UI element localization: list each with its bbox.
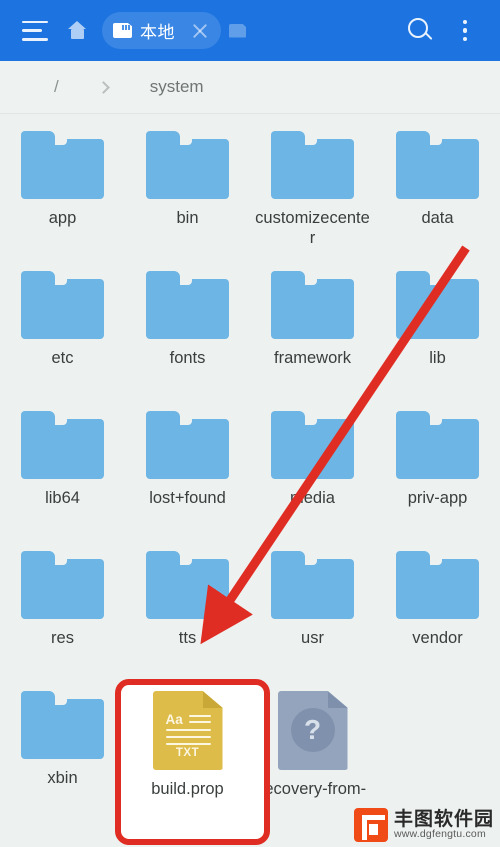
sd-card-icon bbox=[113, 23, 132, 38]
folder-item[interactable]: lib bbox=[375, 254, 500, 394]
sd-card-icon-secondary[interactable] bbox=[229, 23, 246, 38]
item-label: usr bbox=[301, 629, 324, 647]
folder-icon bbox=[21, 131, 104, 199]
folder-icon bbox=[21, 551, 104, 619]
file-item-highlighted[interactable]: Aa TXT build.prop bbox=[125, 674, 250, 814]
folder-icon bbox=[271, 271, 354, 339]
item-label: bin bbox=[176, 209, 199, 227]
folder-item[interactable]: framework bbox=[250, 254, 375, 394]
folder-icon bbox=[271, 551, 354, 619]
folder-icon bbox=[21, 691, 104, 759]
folder-icon bbox=[21, 411, 104, 479]
hamburger-menu-icon bbox=[22, 20, 48, 41]
item-label: tts bbox=[178, 629, 197, 647]
item-label: app bbox=[48, 209, 77, 227]
item-label: media bbox=[290, 489, 335, 507]
item-label: xbin bbox=[47, 769, 78, 787]
folder-icon bbox=[146, 551, 229, 619]
folder-item[interactable]: app bbox=[0, 114, 125, 254]
item-label: recovery-from- bbox=[258, 780, 367, 798]
item-label: res bbox=[51, 629, 74, 647]
folder-item[interactable]: tts bbox=[125, 534, 250, 674]
hamburger-menu-button[interactable] bbox=[14, 10, 56, 52]
home-icon bbox=[68, 21, 87, 40]
item-label: build.prop bbox=[151, 780, 224, 798]
search-icon bbox=[408, 17, 434, 44]
watermark-text: 丰图软件园 www.dgfengtu.com bbox=[393, 808, 494, 841]
folder-item[interactable]: lost+found bbox=[125, 394, 250, 534]
unknown-file-icon: ? bbox=[277, 691, 348, 770]
breadcrumb-current[interactable]: system bbox=[144, 77, 210, 97]
folder-icon bbox=[146, 271, 229, 339]
folder-icon bbox=[21, 271, 104, 339]
folder-item[interactable]: bin bbox=[125, 114, 250, 254]
watermark-url: www.dgfengtu.com bbox=[393, 828, 486, 841]
folder-item[interactable]: lib64 bbox=[0, 394, 125, 534]
overflow-menu-button[interactable] bbox=[444, 10, 486, 52]
search-button[interactable] bbox=[400, 10, 442, 52]
app-bar-right-group bbox=[400, 10, 486, 52]
app-bar-left-group: 本地 bbox=[14, 10, 400, 52]
folder-icon bbox=[396, 271, 479, 339]
folder-icon bbox=[271, 131, 354, 199]
home-button[interactable] bbox=[56, 10, 98, 52]
folder-item[interactable]: xbin bbox=[0, 674, 125, 814]
more-vertical-icon bbox=[454, 18, 476, 44]
chevron-right-icon bbox=[96, 80, 110, 94]
item-label: lib bbox=[429, 349, 446, 367]
folder-item[interactable]: media bbox=[250, 394, 375, 534]
folder-icon bbox=[396, 411, 479, 479]
folder-icon bbox=[396, 551, 479, 619]
close-icon[interactable] bbox=[185, 16, 215, 46]
item-label: lost+found bbox=[149, 489, 226, 507]
file-manager-screen: 本地 / system app bin customizecenter data etc… bbox=[0, 0, 500, 847]
folder-icon bbox=[146, 131, 229, 199]
folder-item[interactable]: customizecenter bbox=[250, 114, 375, 254]
app-bar: 本地 bbox=[0, 0, 500, 61]
tab-local[interactable]: 本地 bbox=[102, 12, 221, 49]
item-label: priv-app bbox=[407, 489, 468, 507]
item-label: etc bbox=[51, 349, 74, 367]
folder-item[interactable]: usr bbox=[250, 534, 375, 674]
folder-item[interactable]: etc bbox=[0, 254, 125, 394]
item-label: framework bbox=[273, 349, 351, 367]
folder-icon bbox=[271, 411, 354, 479]
folder-icon bbox=[396, 131, 479, 199]
folder-item[interactable]: fonts bbox=[125, 254, 250, 394]
breadcrumb-root[interactable]: / bbox=[48, 77, 65, 97]
tab-local-label: 本地 bbox=[140, 23, 175, 42]
watermark-logo-icon bbox=[353, 808, 388, 842]
folder-item[interactable]: res bbox=[0, 534, 125, 674]
watermark-site-name: 丰图软件园 bbox=[393, 808, 494, 830]
item-label: vendor bbox=[412, 629, 463, 647]
folder-item[interactable]: vendor bbox=[375, 534, 500, 674]
folder-item[interactable]: priv-app bbox=[375, 394, 500, 534]
breadcrumb: / system bbox=[0, 61, 500, 114]
item-label: fonts bbox=[169, 349, 206, 367]
item-label: data bbox=[421, 209, 454, 227]
txt-file-icon: AaTXT bbox=[152, 691, 223, 770]
folder-item[interactable]: data bbox=[375, 114, 500, 254]
watermark: 丰图软件园 www.dgfengtu.com bbox=[353, 808, 494, 842]
item-label: customizecenter bbox=[255, 209, 370, 248]
item-label: lib64 bbox=[45, 489, 80, 507]
folder-icon bbox=[146, 411, 229, 479]
